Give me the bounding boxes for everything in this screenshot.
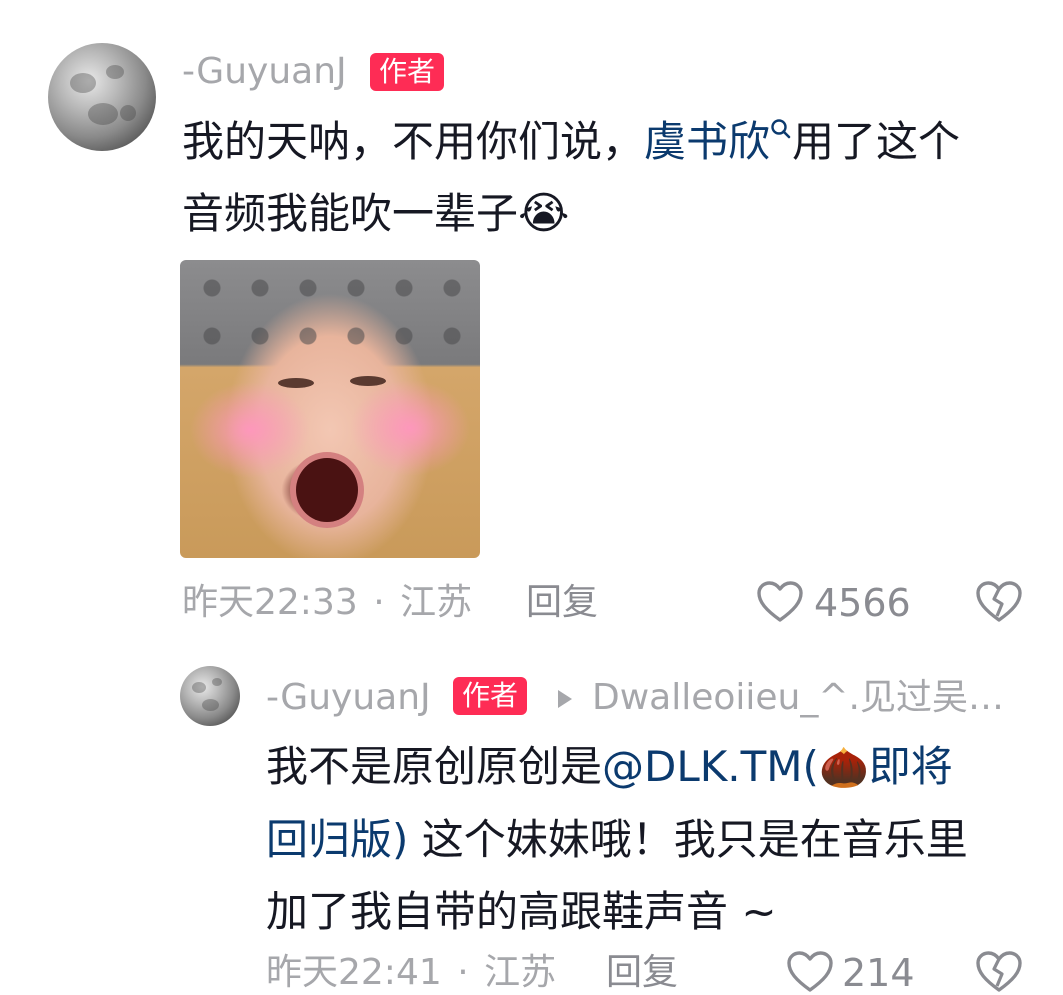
triangle-right-icon bbox=[558, 690, 572, 708]
reply-mention-continued[interactable]: 回归版) bbox=[266, 815, 408, 864]
comment-meta: 昨天22:33 · 江苏 bbox=[182, 581, 472, 625]
chestnut-emoji: 🌰 bbox=[818, 745, 869, 791]
reply-mention-text-b[interactable]: 即将 bbox=[869, 742, 953, 791]
reply-broken-heart-icon[interactable] bbox=[975, 950, 1023, 994]
meta-separator: · bbox=[373, 582, 385, 623]
broken-heart-icon[interactable] bbox=[975, 580, 1023, 624]
like-count: 4566 bbox=[814, 581, 911, 625]
reply-location: 江苏 bbox=[484, 952, 557, 993]
reply-author-badge: 作者 bbox=[453, 677, 528, 715]
reply-avatar[interactable] bbox=[180, 666, 240, 726]
reply-text: 我不是原创原创是@DLK.TM(🌰即将 回归版) 这个妹妹哦！我只是在音乐里 加… bbox=[266, 731, 1046, 948]
reply-text-line3: 加了我自带的高跟鞋声音 ~ bbox=[266, 887, 777, 936]
reply-reply-button[interactable]: 回复 bbox=[606, 951, 678, 995]
reply-time: 昨天22:41 bbox=[266, 952, 442, 993]
reply-button[interactable]: 回复 bbox=[526, 581, 598, 625]
mention-link[interactable]: 虞书欣 bbox=[644, 117, 770, 166]
reply-text-line2: 这个妹妹哦！我只是在音乐里 bbox=[408, 815, 968, 864]
comment-text-part2: 用了这个 bbox=[792, 117, 961, 166]
search-icon[interactable] bbox=[770, 118, 792, 144]
comment-time: 昨天22:33 bbox=[182, 582, 358, 623]
reply-meta-separator: · bbox=[457, 952, 469, 993]
reply-mention-text[interactable]: @DLK.TM( bbox=[602, 742, 819, 791]
comment-username[interactable]: -GuyuanJ bbox=[182, 50, 347, 94]
comment-text: 我的天呐，不用你们说，虞书欣 用了这个 音频我能吹一辈子😭 bbox=[182, 106, 1042, 250]
crying-emoji: 😭 bbox=[518, 188, 570, 239]
reply-like-count: 214 bbox=[842, 951, 915, 995]
sticker-image[interactable] bbox=[180, 260, 480, 558]
author-badge: 作者 bbox=[370, 53, 445, 91]
reply-meta: 昨天22:41 · 江苏 bbox=[266, 951, 556, 995]
comment-location: 江苏 bbox=[400, 582, 473, 623]
avatar[interactable] bbox=[48, 43, 156, 151]
reply-text-line1: 我不是原创原创是 bbox=[266, 742, 603, 791]
reply-mention-link[interactable]: @DLK.TM(🌰即将 bbox=[602, 742, 953, 791]
reply-username[interactable]: -GuyuanJ bbox=[266, 676, 431, 720]
comment-text-line2: 音频我能吹一辈子 bbox=[182, 189, 519, 238]
reply-heart-outline-icon[interactable] bbox=[786, 950, 834, 994]
reply-to-username[interactable]: Dwalleoiieu_^.见过吴… bbox=[592, 676, 1004, 720]
comment-text-part1: 我的天呐，不用你们说， bbox=[182, 117, 645, 166]
heart-outline-icon[interactable] bbox=[756, 580, 804, 624]
